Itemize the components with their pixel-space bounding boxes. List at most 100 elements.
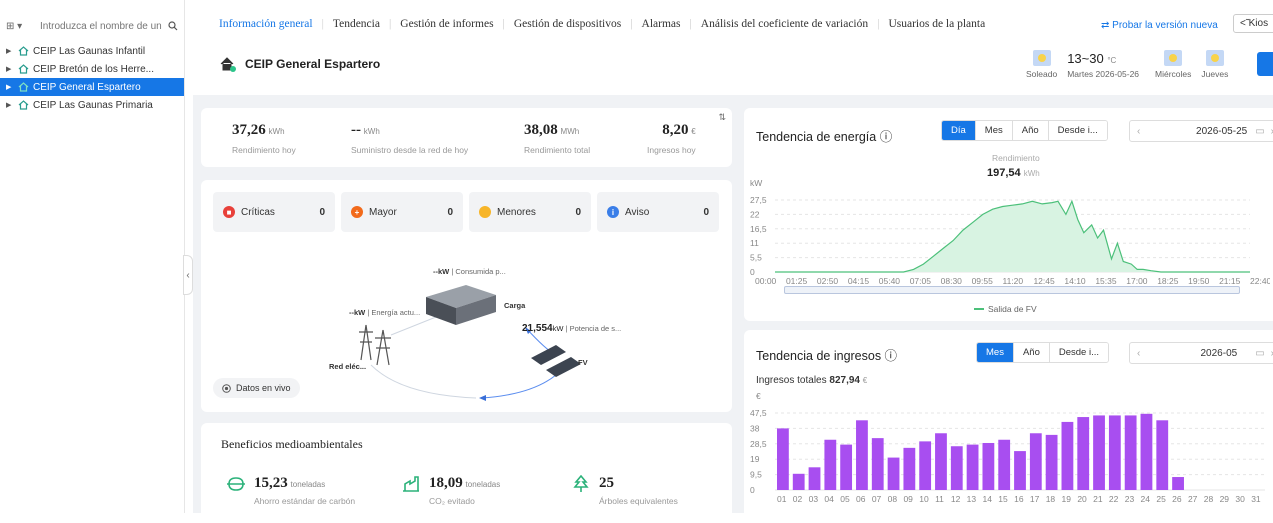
benefit-unit: toneladas [290,480,326,489]
tree-item-plant-selected[interactable]: ▶ CEIP General Espartero [0,78,184,96]
bar [935,433,947,490]
environment-card: Beneficios medioambientales 15,23 tonela… [201,423,732,523]
weather-date: Martes 2026-05-26 [1067,69,1140,79]
load-icon [426,285,496,325]
x-tick-label: 18 [1046,494,1056,504]
grid-label: Red eléc... [329,362,367,371]
chevron-left-icon[interactable]: ‹ [1130,348,1147,359]
house-icon [18,64,29,74]
x-tick-label: 06 [856,494,866,504]
energy-date-picker[interactable]: ‹ 2026-05-25 ▭ › [1129,120,1273,142]
sunny-icon [1032,50,1051,66]
expand-icon[interactable]: ▶ [6,65,14,73]
income-total: Ingresos totales 827,94 € [756,375,867,386]
side-action-button[interactable] [1257,52,1273,76]
energy-trend-title: Tendencia de energía ⓘ [756,130,893,144]
tree-item-plant[interactable]: ▶ CEIP Bretón de los Herre... [0,60,184,78]
x-tick-label: 21:15 [1219,276,1241,286]
period-since-button[interactable]: Desde i... [1047,121,1107,140]
benefit-unit: toneladas [465,480,501,489]
pv-label: FV [578,358,588,367]
header-bar: Información general | Tendencia | Gestión … [193,0,1273,95]
tab-alarms[interactable]: Alarmas [642,18,681,30]
period-day-button[interactable]: Día [942,121,975,140]
income-total-value: 827,94 [829,375,860,386]
expand-icon[interactable]: ▶ [6,101,14,109]
bar [1172,477,1184,490]
x-tick-label: 18:25 [1157,276,1179,286]
x-tick-label: 10 [919,494,929,504]
weather-day3-label: Jueves [1201,69,1229,79]
period-since-button[interactable]: Desde i... [1048,343,1108,362]
tab-trend[interactable]: Tendencia [333,18,380,30]
chart-zoom-slider[interactable] [784,286,1240,294]
view-selector[interactable]: ⊞ ▾ [6,21,36,32]
period-year-button[interactable]: Año [1011,121,1048,140]
kpi-yield-today: 37,26 kWh Rendimiento hoy [232,122,296,155]
pv-power: 21,554kW | Potencia de s... [522,323,622,334]
income-chart: €47,5 38 28,5 19 9,5 0 01 02 03 04 05 06 07 08 09 10 11 1… [750,391,1265,504]
y-tick-label: 27,5 [750,195,767,205]
tree-item-label: CEIP General Espartero [33,81,141,93]
period-month-button[interactable]: Mes [977,343,1013,362]
temperature: 13~30 [1067,51,1104,66]
period-year-button[interactable]: Año [1012,343,1049,362]
tab-users[interactable]: Usuarios de la planta [888,18,985,30]
x-tick-label: 29 [1220,494,1230,504]
consumed-value: --kW [433,267,450,276]
x-tick-label: 00:00 [755,276,777,286]
bar [1045,434,1058,490]
try-new-version-link[interactable]: ⇄ Probar la versión nueva [1101,20,1218,31]
tree-item-plant[interactable]: ▶ CEIP Las Gaunas Primaria [0,96,184,114]
x-tick-label: 20 [1077,494,1087,504]
income-date-picker[interactable]: ‹ 2026-05 ▭ › [1129,342,1273,364]
collapse-sidebar-button[interactable]: ‹ [183,255,193,295]
x-tick-label: 02 [793,494,803,504]
tree-item-plant[interactable]: ▶ CEIP Las Gaunas Infantil [0,42,184,60]
tab-reports[interactable]: Gestión de informes [400,18,493,30]
bar [966,444,979,490]
x-tick-label: 01 [777,494,787,504]
benefit-label: CO₂ evitado [429,496,475,506]
bar [856,420,868,490]
bar [887,457,900,490]
bar [982,442,995,490]
energy-chart: kW27,52216,5115,5000:00 01:25 02:50 04:15 05… [750,180,1270,286]
house-icon [18,100,29,110]
bar [903,447,916,490]
x-tick-label: 31 [1251,494,1261,504]
x-tick-label: 07 [872,494,882,504]
plant-search-input[interactable] [40,20,164,32]
tab-devices[interactable]: Gestión de dispositivos [514,18,621,30]
expand-icon[interactable]: ▶ [6,47,14,55]
benefit-value: 25 [599,475,614,491]
tab-overview[interactable]: Información general [219,18,313,30]
date-value: 2026-05-25 [1196,125,1248,137]
bar [1061,421,1074,490]
calendar-icon[interactable]: ▭ [1255,348,1270,359]
settings-icon[interactable]: ⇅ [718,112,726,123]
calendar-icon[interactable]: ▭ [1255,126,1270,137]
bar [1029,433,1042,490]
period-month-button[interactable]: Mes [974,121,1012,140]
tab-variation[interactable]: Análisis del coeficiente de variación [701,18,868,30]
expand-icon[interactable]: ▶ [6,83,14,91]
x-tick-label: 15:35 [1095,276,1117,286]
weather-day3: Jueves [1201,50,1228,79]
tree-item-label: CEIP Las Gaunas Infantil [33,45,146,57]
search-icon[interactable] [168,21,178,31]
kpi-label: Rendimiento hoy [232,145,296,155]
kpi-value: -- [351,122,361,138]
x-tick-label: 08 [888,494,898,504]
x-tick-label: 03 [809,494,819,504]
x-tick-label: 22:40 [1250,276,1270,286]
chevron-left-icon[interactable]: ‹ [1130,126,1147,137]
legend-label: Salida de FV [988,304,1037,314]
bar [871,438,884,490]
x-tick-label: 09 [903,494,913,504]
kpi-grid-supply: -- kWh Suministro desde la red de hoy [351,122,468,155]
live-data-button[interactable]: Datos en vivo [213,378,300,398]
y-axis-unit: kW [750,180,762,188]
kpi-label: Suministro desde la red de hoy [351,145,469,155]
kiosk-button[interactable]: <̃ Kios [1233,14,1273,33]
